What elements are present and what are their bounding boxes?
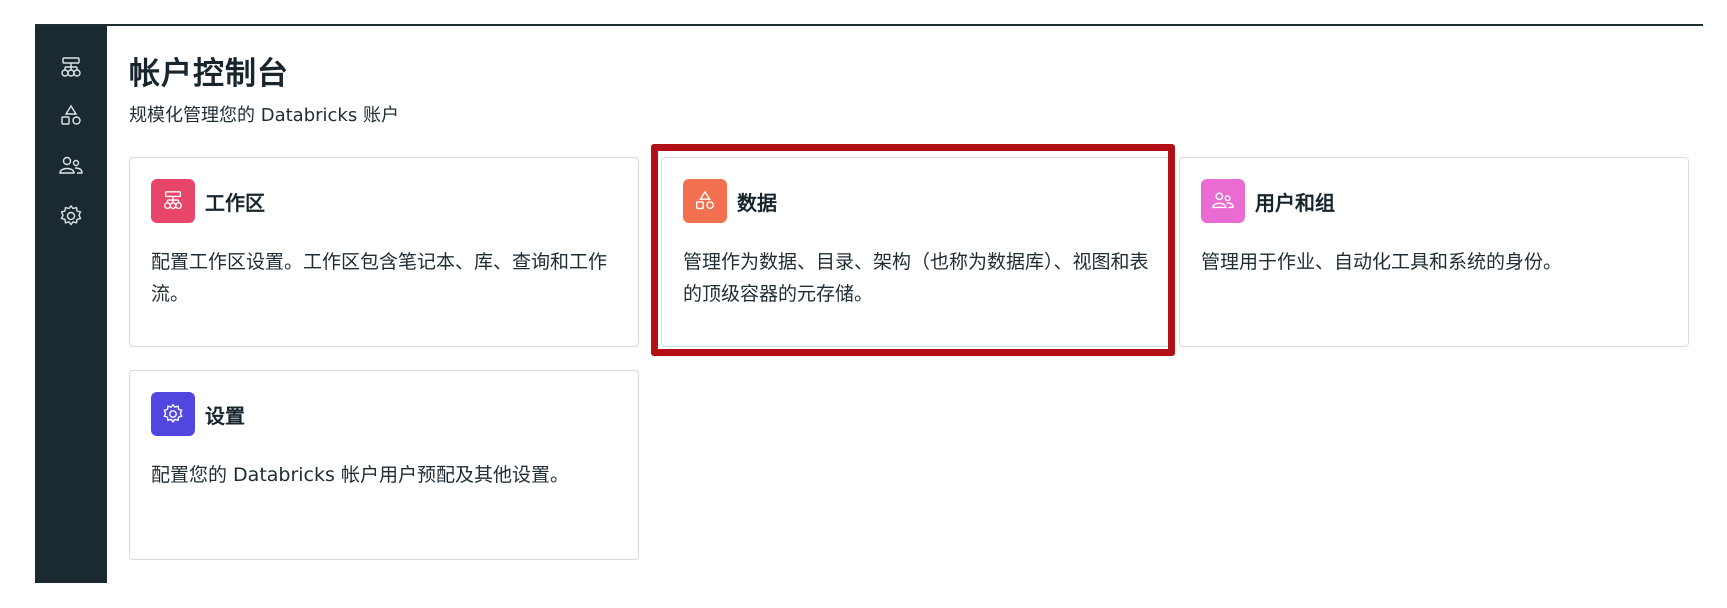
card-icon-container	[151, 179, 195, 223]
card-data[interactable]: 数据 管理作为数据、目录、架构（也称为数据库）、视图和表的顶级容器的元存储。	[661, 157, 1171, 347]
page-title: 帐户控制台	[129, 56, 289, 92]
card-title: 工作区	[205, 190, 265, 215]
sidebar-item-users[interactable]	[49, 146, 93, 186]
card-icon-container	[683, 179, 727, 223]
users-icon	[59, 156, 83, 174]
gear-icon	[163, 403, 183, 423]
sidebar-item-data[interactable]	[49, 96, 93, 136]
card-description: 配置您的 Databricks 帐户用户预配及其他设置。	[151, 464, 569, 486]
sidebar	[35, 26, 107, 583]
card-header: 工作区	[151, 179, 265, 223]
card-icon-container	[151, 392, 195, 436]
shapes-icon	[696, 190, 714, 210]
page-subtitle: 规模化管理您的 Databricks 账户	[129, 105, 399, 126]
card-users-groups[interactable]: 用户和组 管理用于作业、自动化工具和系统的身份。	[1179, 157, 1689, 347]
card-title: 数据	[737, 190, 777, 215]
gear-icon	[60, 204, 82, 226]
card-header: 设置	[151, 392, 245, 436]
sidebar-item-workspaces[interactable]	[49, 48, 93, 88]
card-settings[interactable]: 设置 配置您的 Databricks 帐户用户预配及其他设置。	[129, 370, 639, 560]
card-header: 用户和组	[1201, 179, 1335, 223]
card-header: 数据	[683, 179, 777, 223]
workspace-icon	[61, 57, 81, 77]
main-content: 帐户控制台 规模化管理您的 Databricks 账户 工作区 配置工作区设置。…	[107, 26, 1703, 583]
card-description: 管理作为数据、目录、架构（也称为数据库）、视图和表的顶级容器的元存储。	[683, 251, 1149, 305]
card-title: 用户和组	[1255, 190, 1335, 215]
app-frame: 帐户控制台 规模化管理您的 Databricks 账户 工作区 配置工作区设置。…	[35, 24, 1703, 583]
shapes-icon	[61, 104, 81, 125]
sidebar-item-settings[interactable]	[49, 196, 93, 236]
card-icon-container	[1201, 179, 1245, 223]
card-description: 管理用于作业、自动化工具和系统的身份。	[1201, 251, 1563, 273]
card-title: 设置	[205, 403, 245, 428]
card-description: 配置工作区设置。工作区包含笔记本、库、查询和工作流。	[151, 251, 608, 305]
workspace-icon	[164, 191, 182, 210]
card-workspaces[interactable]: 工作区 配置工作区设置。工作区包含笔记本、库、查询和工作流。	[129, 157, 639, 347]
users-icon	[1212, 192, 1234, 209]
